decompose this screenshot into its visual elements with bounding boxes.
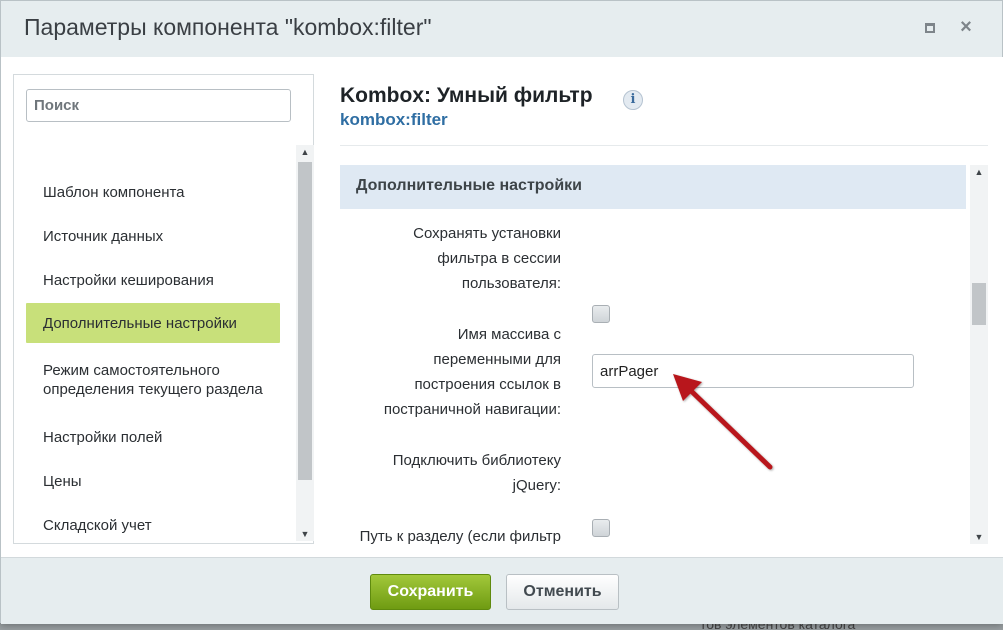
scroll-down-icon[interactable]: ▼ xyxy=(970,530,988,544)
divider xyxy=(340,145,988,146)
sidebar-item-additional-settings[interactable]: Дополнительные настройки xyxy=(26,303,280,343)
component-params-dialog: Параметры компонента "kombox:filter" × Ш… xyxy=(0,0,1003,624)
pager-array-input[interactable] xyxy=(592,354,914,388)
param-label-save-session: Сохранять установки фильтра в сессии пол… xyxy=(413,225,561,292)
scroll-up-icon[interactable]: ▲ xyxy=(296,145,314,159)
dialog-title: Параметры компонента "kombox:filter" xyxy=(24,14,432,40)
sidebar: Шаблон компонента Источник данных Настро… xyxy=(13,74,314,544)
sidebar-item-field-settings[interactable]: Настройки полей xyxy=(26,417,280,457)
sidebar-scrollbar[interactable]: ▲ ▼ xyxy=(296,145,314,541)
section-title: Дополнительные настройки xyxy=(356,177,582,194)
param-label-section-path: Путь к разделу (если фильтр xyxy=(359,528,561,544)
sidebar-item-caching[interactable]: Настройки кеширования xyxy=(26,258,280,302)
dialog-titlebar[interactable]: Параметры компонента "kombox:filter" × xyxy=(1,1,1002,57)
save-session-checkbox[interactable] xyxy=(592,305,610,323)
sidebar-item-section-detection[interactable]: Режим самостоятельного определения текущ… xyxy=(26,343,280,417)
sidebar-item-template[interactable]: Шаблон компонента xyxy=(26,170,280,214)
component-code: kombox:filter xyxy=(340,110,448,129)
jquery-checkbox[interactable] xyxy=(592,519,610,537)
sidebar-item-prices[interactable]: Цены xyxy=(26,457,280,505)
sidebar-item-label: Настройки кеширования xyxy=(43,271,214,289)
info-icon[interactable]: i xyxy=(623,90,643,110)
sidebar-item-label: Источник данных xyxy=(43,227,164,245)
search-input[interactable] xyxy=(26,89,291,122)
sidebar-item-label: Цены xyxy=(43,472,82,490)
cancel-button[interactable]: Отменить xyxy=(506,574,619,610)
sidebar-nav: Шаблон компонента Источник данных Настро… xyxy=(26,170,280,545)
sidebar-item-label: Складской учет xyxy=(43,516,152,534)
dialog-content: Шаблон компонента Источник данных Настро… xyxy=(1,57,1003,557)
scroll-up-icon[interactable]: ▲ xyxy=(970,165,988,179)
dialog-footer: Сохранить Отменить xyxy=(1,557,1003,624)
sidebar-item-label: Настройки полей xyxy=(43,428,163,446)
maximize-icon[interactable] xyxy=(923,21,937,35)
sidebar-item-label: Режим самостоятельного определения текущ… xyxy=(43,362,263,398)
sidebar-item-label: Дополнительные настройки xyxy=(43,314,237,332)
save-button[interactable]: Сохранить xyxy=(370,574,491,610)
close-icon[interactable]: × xyxy=(957,17,975,37)
scroll-down-icon[interactable]: ▼ xyxy=(296,527,314,541)
sidebar-item-label: Шаблон компонента xyxy=(43,183,185,201)
sidebar-item-data-source[interactable]: Источник данных xyxy=(26,214,280,258)
scroll-thumb[interactable] xyxy=(972,283,986,325)
param-label-jquery: Подключить библиотеку jQuery: xyxy=(392,452,561,494)
param-label-pager-array: Имя массива с переменными для построения… xyxy=(383,326,561,418)
scroll-thumb[interactable] xyxy=(298,162,312,480)
sidebar-item-warehouse[interactable]: Складской учет xyxy=(26,505,280,545)
section-header: Дополнительные настройки xyxy=(340,165,966,209)
params-panel: Сохранять установки фильтра в сессии пол… xyxy=(340,209,966,544)
component-name: Kombox: Умный фильтр xyxy=(340,84,593,107)
params-scrollbar[interactable]: ▲ ▼ xyxy=(970,165,988,544)
